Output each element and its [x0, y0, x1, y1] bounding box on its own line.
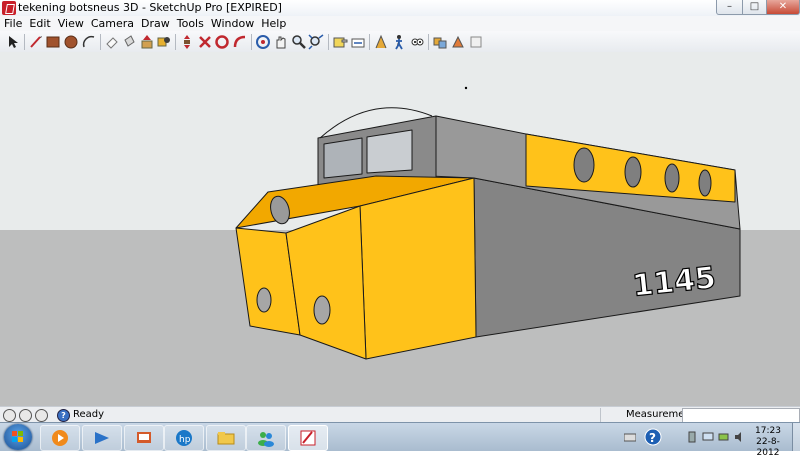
status-text: Ready — [73, 409, 105, 420]
menu-help[interactable]: Help — [257, 16, 289, 30]
porthole-1 — [573, 147, 595, 183]
minimize-button[interactable]: – — [716, 0, 743, 15]
scale-icon[interactable] — [232, 34, 248, 50]
zoom-icon[interactable] — [291, 34, 307, 50]
line-icon[interactable] — [28, 34, 44, 50]
help-icon[interactable]: ? — [57, 409, 70, 422]
windows-taskbar: hp ? 17:23 22-8-2012 — [0, 422, 800, 458]
eraser-icon[interactable] — [104, 34, 120, 50]
menu-window[interactable]: Window — [207, 16, 257, 30]
sketchup-app-icon[interactable] — [2, 1, 16, 15]
volume-icon[interactable] — [734, 431, 746, 443]
keyboard-icon[interactable] — [624, 431, 636, 443]
windows-logo-icon — [12, 431, 23, 442]
show-desktop-button[interactable] — [792, 423, 800, 451]
rotate-icon[interactable] — [197, 34, 213, 50]
taskbar-windows-explorer[interactable] — [82, 425, 122, 451]
main-toolbar — [0, 31, 800, 53]
orbit-icon[interactable] — [255, 34, 271, 50]
menu-camera[interactable]: Camera — [87, 16, 137, 30]
circle-icon[interactable] — [63, 34, 79, 50]
follow-me-icon[interactable] — [156, 34, 172, 50]
system-tray: ? — [620, 423, 750, 451]
materials-icon[interactable] — [450, 34, 466, 50]
maximize-button[interactable]: □ — [742, 0, 767, 15]
menu-file[interactable]: File — [0, 16, 25, 30]
menu-edit[interactable]: Edit — [25, 16, 53, 30]
porthole-3 — [664, 163, 680, 193]
styles-icon[interactable] — [468, 34, 484, 50]
taskbar-sketchup[interactable] — [288, 425, 328, 451]
user-icon[interactable] — [35, 409, 48, 422]
svg-text:hp: hp — [179, 435, 191, 445]
network-icon[interactable] — [702, 431, 714, 443]
axis-origin-marker — [464, 86, 468, 90]
select-icon[interactable] — [5, 34, 21, 50]
svg-text:?: ? — [649, 431, 656, 445]
window-title: tekening botsneus 3D - SketchUp Pro [EXP… — [18, 1, 282, 14]
section-plane-icon[interactable] — [373, 34, 389, 50]
taskbar-hp-solution-center[interactable]: hp — [164, 425, 204, 451]
taskbar-file-explorer[interactable] — [206, 425, 246, 451]
hp-icon: hp — [176, 430, 192, 446]
status-bar: ? Ready Measurements — [0, 406, 800, 423]
sketchup-icon — [300, 430, 316, 446]
help-support-icon[interactable]: ? — [644, 428, 662, 446]
porthole-2 — [624, 156, 642, 188]
move-icon[interactable] — [179, 34, 195, 50]
paint-bucket-icon[interactable] — [121, 34, 137, 50]
push-pull-icon[interactable] — [139, 34, 155, 50]
taskbar-windows-media-player[interactable] — [40, 425, 80, 451]
porthole-4 — [698, 169, 712, 197]
media-center-icon — [95, 432, 109, 444]
zoom-extents-icon[interactable] — [308, 34, 324, 50]
power-icon[interactable] — [718, 431, 730, 443]
taskbar-presentation[interactable] — [124, 425, 164, 451]
menu-bar: File Edit View Camera Draw Tools Window Help — [0, 16, 800, 31]
headlight-lower-right — [313, 295, 331, 325]
start-button[interactable] — [4, 424, 32, 450]
rectangle-icon[interactable] — [45, 34, 61, 50]
messenger-icon — [258, 432, 274, 447]
menu-draw[interactable]: Draw — [137, 16, 173, 30]
offset-icon[interactable] — [214, 34, 230, 50]
headlight-lower-left — [256, 287, 272, 313]
cab-window-left — [323, 137, 363, 179]
dimension-icon[interactable] — [350, 34, 366, 50]
clock-time: 17:23 — [755, 426, 781, 436]
presentation-icon — [137, 432, 151, 443]
media-player-icon — [52, 430, 68, 446]
modeling-viewport[interactable]: 1145 — [0, 52, 800, 406]
nose-side-face — [359, 177, 477, 360]
walk-icon[interactable] — [391, 34, 407, 50]
menu-tools[interactable]: Tools — [173, 16, 207, 30]
cab-window-right — [366, 129, 413, 174]
close-button[interactable]: ✕ — [766, 0, 800, 15]
taskbar-clock[interactable]: 17:23 22-8-2012 — [748, 426, 788, 459]
clock-date: 22-8-2012 — [756, 437, 780, 458]
measurements-input[interactable] — [682, 408, 800, 423]
safely-remove-icon[interactable] — [686, 431, 698, 443]
pan-icon[interactable] — [273, 34, 289, 50]
look-around-icon[interactable] — [409, 34, 425, 50]
components-icon[interactable] — [432, 34, 448, 50]
credits-icon[interactable] — [19, 409, 32, 422]
tape-measure-icon[interactable] — [332, 34, 348, 50]
title-bar: tekening botsneus 3D - SketchUp Pro [EXP… — [0, 0, 800, 17]
folder-icon — [217, 432, 235, 445]
taskbar-messenger[interactable] — [246, 425, 286, 451]
geo-location-icon[interactable] — [3, 409, 16, 422]
arc-icon[interactable] — [81, 34, 97, 50]
status-divider — [600, 408, 601, 422]
menu-view[interactable]: View — [54, 16, 87, 30]
